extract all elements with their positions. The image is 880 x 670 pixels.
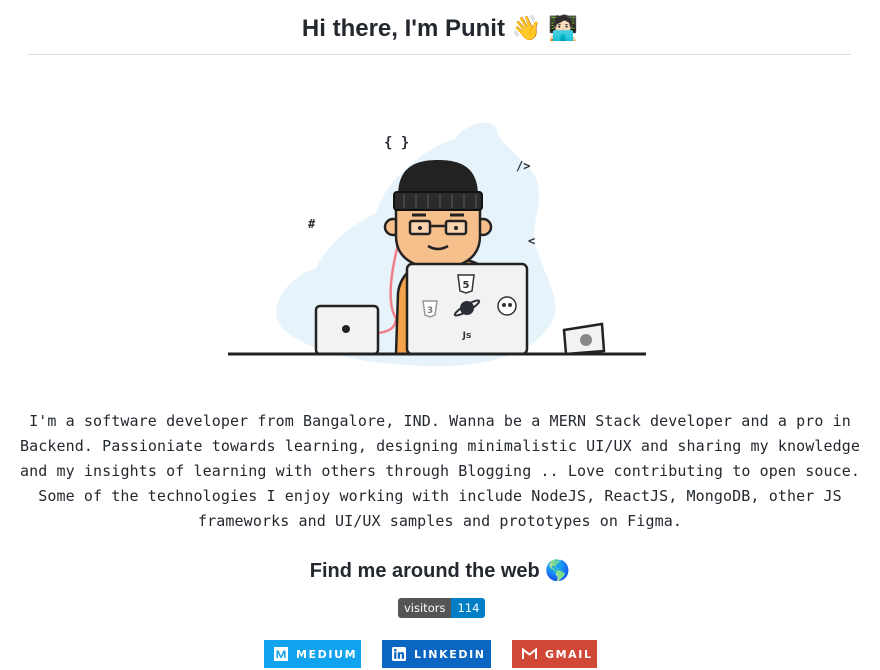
linkedin-badge[interactable]: LINKEDIN <box>382 640 491 668</box>
js-label: Js <box>462 331 472 341</box>
bio-line: Some of the technologies I enjoy working… <box>38 487 842 505</box>
page-title: Hi there, I'm Punit 👋 🧑🏻‍💻 <box>301 15 579 42</box>
bio-line: I'm a software developer from Bangalore,… <box>29 412 851 430</box>
visitors-badge: visitors 114 <box>398 598 486 618</box>
bio-paragraph: I'm a software developer from Bangalore,… <box>20 409 860 534</box>
html5-label: 5 <box>463 280 470 291</box>
bio-line: frameworks and UI/UX samples and prototy… <box>198 512 682 530</box>
visitors-label: visitors <box>398 598 452 618</box>
linkedin-badge-label: LINKEDIN <box>414 647 486 661</box>
socials-heading: Find me around the web 🌎 <box>309 560 571 582</box>
chevron-glyph: < <box>528 234 535 248</box>
developer-illustration: { } /> # < 5 3 Js <box>228 122 646 367</box>
bio-line: Backend. Passioniate towards learning, d… <box>20 437 861 455</box>
gmail-badge[interactable]: GMAIL <box>512 640 597 668</box>
skull-sticker <box>497 296 517 316</box>
linkedin-icon <box>392 647 406 661</box>
medium-badge-label: MEDIUM <box>296 647 358 661</box>
medium-badge[interactable]: MEDIUM <box>264 640 361 668</box>
beanie-band <box>393 191 483 211</box>
gmail-badge-label: GMAIL <box>545 647 593 661</box>
close-tag-glyph: /> <box>516 159 530 173</box>
gmail-icon <box>522 648 537 659</box>
bio-line: and my insights of learning with others … <box>20 462 861 480</box>
visitors-count: 114 <box>451 598 486 618</box>
title-divider <box>28 54 851 55</box>
medium-icon <box>274 647 288 661</box>
hash-glyph: # <box>308 217 316 231</box>
braces-glyph: { } <box>384 135 409 151</box>
css3-label: 3 <box>427 306 433 316</box>
